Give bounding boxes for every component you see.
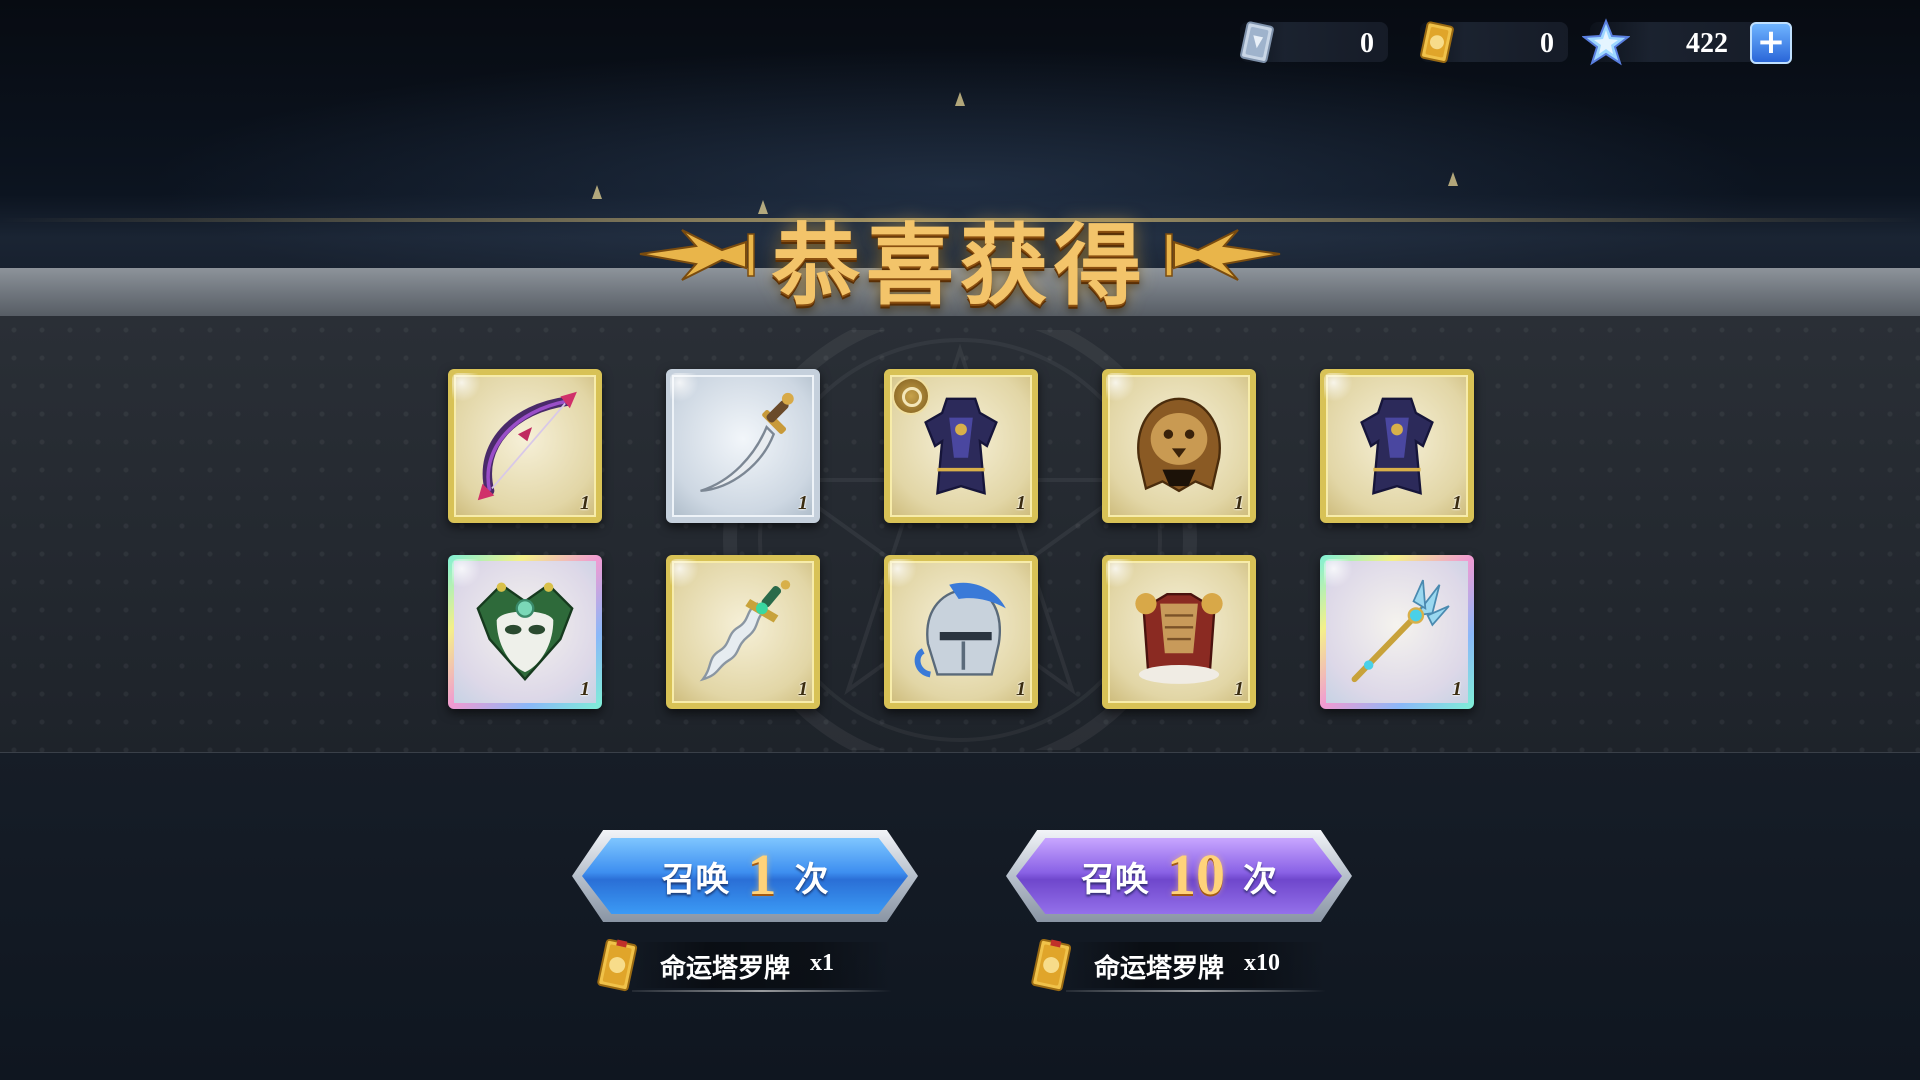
- item-count: 1: [1452, 678, 1462, 700]
- cost-underline: [632, 990, 892, 992]
- star-gem-icon: [1582, 18, 1630, 66]
- item-count: 1: [1452, 492, 1462, 514]
- summon-suffix: 次: [1243, 859, 1277, 900]
- summon-once-cost: 命运塔罗牌 x1: [592, 938, 892, 994]
- reward-slot[interactable]: 1: [884, 369, 1038, 523]
- reward-slot[interactable]: 1: [666, 369, 820, 523]
- cost-item-name: 命运塔罗牌: [660, 954, 791, 984]
- item-count: 1: [1016, 678, 1026, 700]
- reward-slot[interactable]: 1: [448, 369, 602, 523]
- item-count: 1: [580, 492, 590, 514]
- item-count: 1: [580, 678, 590, 700]
- reward-slot[interactable]: 1: [1320, 555, 1474, 709]
- armor-robe-icon: [1360, 397, 1434, 495]
- summon-result-screen: 0 0 422 + 恭喜获得 1 1 1 1 1 1 1 1 1 1 召唤 1 …: [0, 0, 1920, 1080]
- cost-item-quantity: x10: [1244, 950, 1280, 976]
- sparkle-decoration: [955, 92, 965, 106]
- summon-ten-cost: 命运塔罗牌 x10: [1026, 938, 1326, 994]
- jester-mask-icon: [476, 582, 574, 681]
- currency-bar: 0 0 422 +: [1240, 18, 1840, 68]
- gold-tarot-card-icon: [597, 938, 638, 992]
- summon-once-button[interactable]: 召唤 1 次: [572, 830, 918, 922]
- dagger-icon: [700, 392, 794, 493]
- item-count: 1: [1234, 678, 1244, 700]
- add-currency-button[interactable]: +: [1750, 22, 1792, 64]
- congratulations-title: 恭喜获得: [771, 213, 1148, 317]
- reward-slot[interactable]: 1: [1320, 369, 1474, 523]
- cost-underline: [1066, 990, 1326, 992]
- reward-slot[interactable]: 1: [884, 555, 1038, 709]
- cost-item-name: 命运塔罗牌: [1094, 954, 1225, 984]
- summon-ten-label: 召唤 10 次: [1006, 830, 1352, 922]
- reward-slot[interactable]: 1: [1102, 555, 1256, 709]
- item-count: 1: [1234, 492, 1244, 514]
- reward-slot[interactable]: 1: [666, 555, 820, 709]
- sparkle-decoration: [1448, 172, 1458, 186]
- summon-prefix: 召唤: [661, 859, 730, 900]
- silver-card-count: 0: [1360, 28, 1374, 59]
- summon-prefix: 召唤: [1081, 859, 1149, 900]
- summon-count: 10: [1167, 841, 1225, 907]
- item-count: 1: [1016, 492, 1026, 514]
- lion-helmet-icon: [1137, 397, 1221, 493]
- gold-tarot-counter: 0: [1420, 21, 1568, 63]
- gold-tarot-card-icon: [1031, 938, 1072, 992]
- star-gem-count: 422: [1686, 28, 1728, 59]
- wavy-sword-icon: [699, 580, 791, 682]
- reward-grid: 1 1 1 1 1 1 1 1 1 1: [448, 369, 1474, 709]
- summon-count: 1: [747, 841, 777, 907]
- summon-ten-button[interactable]: 召唤 10 次: [1006, 830, 1352, 922]
- knight-helmet-icon: [914, 582, 1006, 678]
- bow-icon: [477, 391, 577, 501]
- item-count: 1: [798, 678, 808, 700]
- summon-suffix: 次: [794, 859, 829, 900]
- trident-staff-icon: [1351, 579, 1450, 683]
- silver-card-counter: 0: [1240, 21, 1388, 63]
- gold-tarot-card-icon: [1420, 21, 1454, 63]
- gold-tarot-count: 0: [1540, 28, 1554, 59]
- cost-item-quantity: x1: [810, 950, 834, 976]
- silver-card-icon: [1240, 21, 1274, 63]
- reward-slot[interactable]: 1: [448, 555, 602, 709]
- reward-slot[interactable]: 1: [1102, 369, 1256, 523]
- coin-badge-icon: [892, 377, 930, 415]
- summon-once-label: 召唤 1 次: [572, 830, 918, 922]
- fur-armor-icon: [1135, 593, 1223, 684]
- item-count: 1: [798, 492, 808, 514]
